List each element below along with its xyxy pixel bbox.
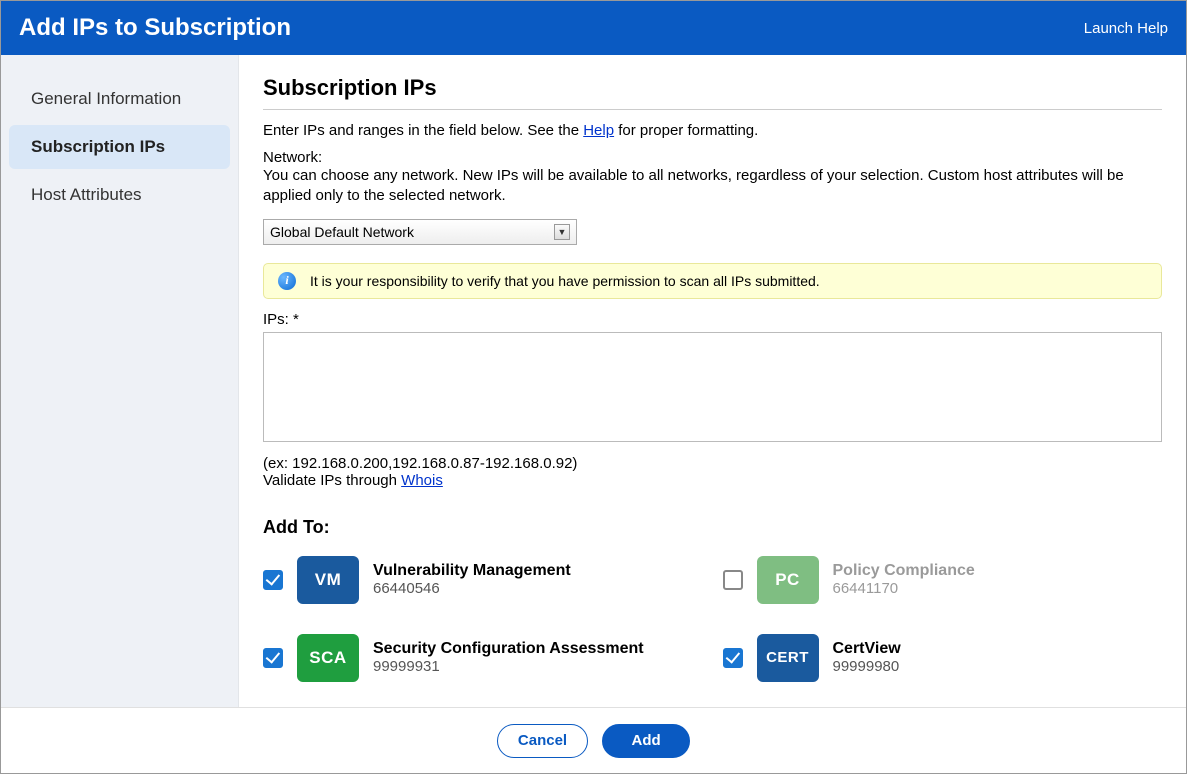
checkbox-sca[interactable] [263, 648, 283, 668]
module-id-pc: 66441170 [833, 580, 975, 597]
module-name-vm: Vulnerability Management [373, 562, 571, 580]
network-select-value: Global Default Network [270, 224, 414, 240]
intro-text: Enter IPs and ranges in the field below.… [263, 122, 1162, 139]
network-select[interactable]: Global Default Network ▼ [263, 219, 577, 245]
checkbox-vm[interactable] [263, 570, 283, 590]
titlebar: Add IPs to Subscription Launch Help [1, 1, 1186, 55]
module-row-sca: SCA Security Configuration Assessment 99… [263, 634, 703, 682]
checkbox-cert[interactable] [723, 648, 743, 668]
network-description: You can choose any network. New IPs will… [263, 166, 1162, 207]
footer: Cancel Add [1, 707, 1186, 773]
module-name-sca: Security Configuration Assessment [373, 640, 644, 658]
launch-help-link[interactable]: Launch Help [1084, 20, 1168, 37]
info-banner: i It is your responsibility to verify th… [263, 263, 1162, 299]
module-row-cert: CERT CertView 99999980 [723, 634, 1163, 682]
module-id-sca: 99999931 [373, 658, 644, 675]
module-row-pc: PC Policy Compliance 66441170 [723, 556, 1163, 604]
checkbox-pc[interactable] [723, 570, 743, 590]
module-name-cert: CertView [833, 640, 901, 658]
sidebar-item-subscription-ips[interactable]: Subscription IPs [9, 125, 230, 169]
module-icon-vm: VM [297, 556, 359, 604]
validate-line: Validate IPs through Whois [263, 472, 1162, 489]
module-icon-pc: PC [757, 556, 819, 604]
modules-grid: VM Vulnerability Management 66440546 PC … [263, 556, 1162, 682]
add-to-heading: Add To: [263, 517, 1162, 538]
module-icon-cert: CERT [757, 634, 819, 682]
window-title: Add IPs to Subscription [19, 14, 291, 42]
intro-prefix: Enter IPs and ranges in the field below.… [263, 122, 583, 139]
cancel-button[interactable]: Cancel [497, 724, 588, 758]
module-row-vm: VM Vulnerability Management 66440546 [263, 556, 703, 604]
module-id-cert: 99999980 [833, 658, 901, 675]
main-content: Subscription IPs Enter IPs and ranges in… [239, 55, 1186, 707]
whois-link[interactable]: Whois [401, 472, 443, 489]
module-id-vm: 66440546 [373, 580, 571, 597]
ips-example-text: (ex: 192.168.0.200,192.168.0.87-192.168.… [263, 455, 1162, 472]
validate-prefix: Validate IPs through [263, 472, 401, 489]
ips-input[interactable] [263, 332, 1162, 442]
help-link[interactable]: Help [583, 122, 614, 139]
chevron-down-icon: ▼ [554, 224, 570, 240]
intro-suffix: for proper formatting. [614, 122, 758, 139]
page-title: Subscription IPs [263, 75, 1162, 110]
sidebar-item-host-attributes[interactable]: Host Attributes [9, 173, 230, 217]
add-button[interactable]: Add [602, 724, 690, 758]
module-name-pc: Policy Compliance [833, 562, 975, 580]
network-label: Network: [263, 149, 1162, 166]
sidebar-item-general-information[interactable]: General Information [9, 77, 230, 121]
module-icon-sca: SCA [297, 634, 359, 682]
sidebar: General Information Subscription IPs Hos… [1, 55, 239, 707]
info-icon: i [278, 272, 296, 290]
ips-label: IPs: * [263, 311, 1162, 328]
info-banner-text: It is your responsibility to verify that… [310, 273, 820, 289]
